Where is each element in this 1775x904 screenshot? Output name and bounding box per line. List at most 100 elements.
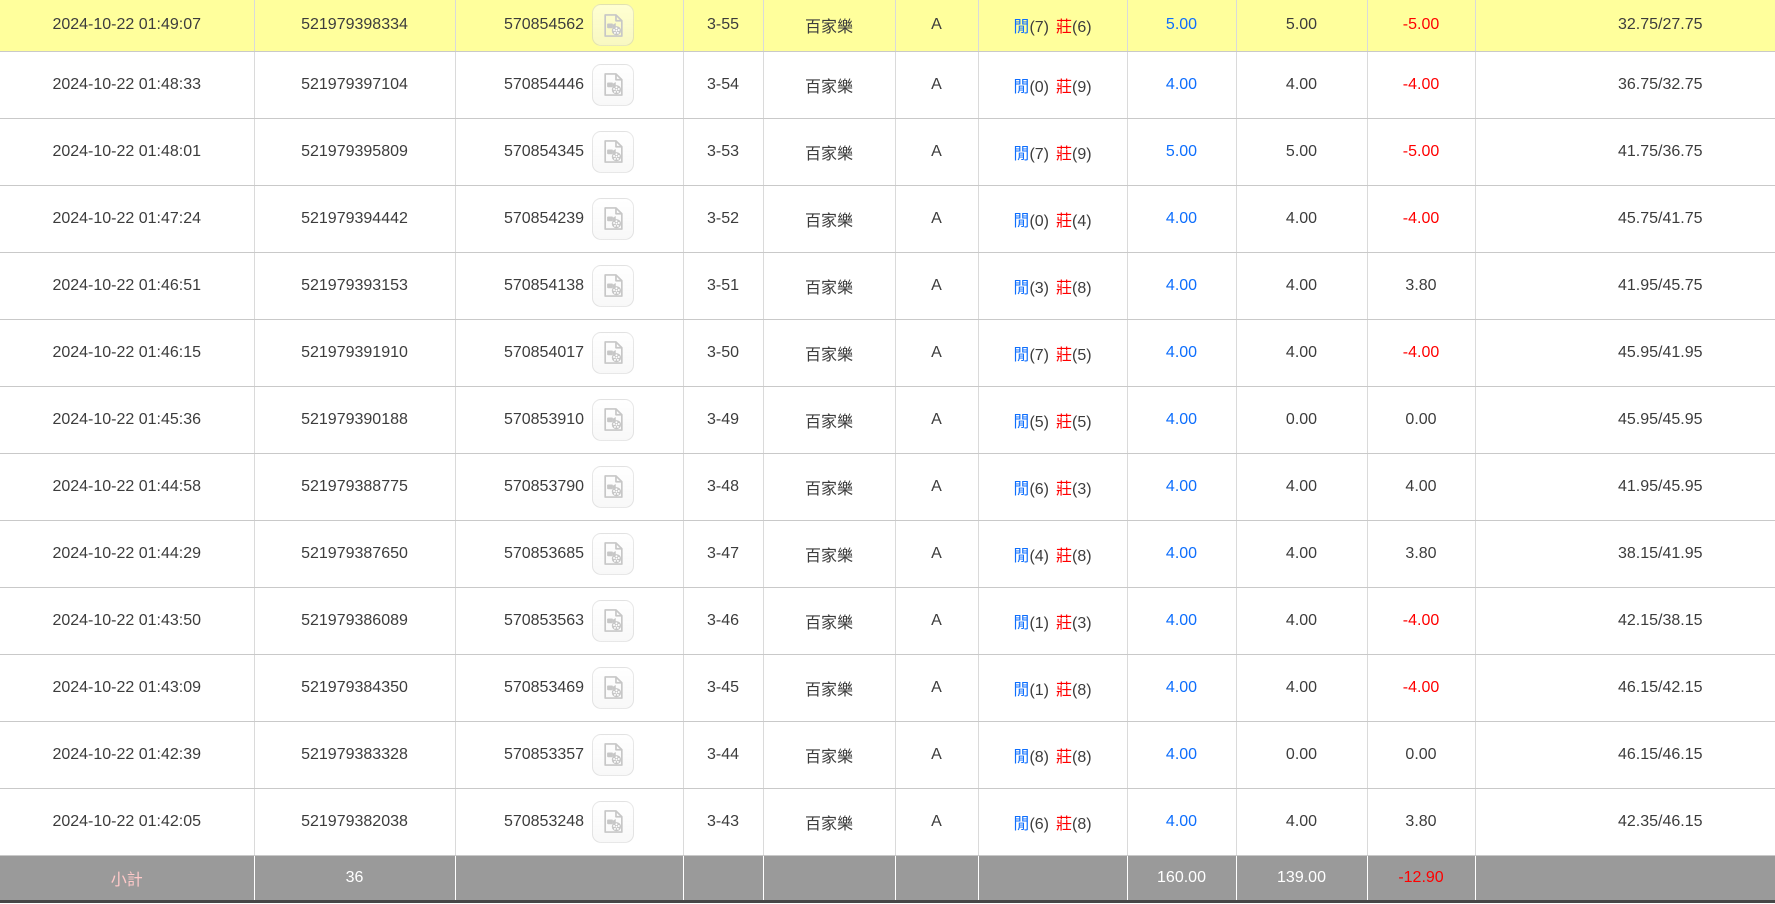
game-id-cell: 570853469 bbox=[455, 654, 684, 722]
bet-id: 521979384350 bbox=[301, 678, 408, 696]
player-label: 閒 bbox=[1013, 346, 1030, 364]
table-row[interactable]: 2024-10-22 01:46:15 521979391910 5708540… bbox=[0, 319, 1775, 387]
winloss-cell: -5.00 bbox=[1367, 118, 1476, 186]
balance-value: 45.95/41.95 bbox=[1617, 343, 1703, 361]
banker-label: 莊 bbox=[1056, 346, 1073, 364]
result-cell: 閒(0) 莊(4) bbox=[978, 185, 1128, 253]
game-id: 570853357 bbox=[503, 745, 585, 763]
player-label: 閒 bbox=[1013, 815, 1030, 833]
video-replay-button[interactable] bbox=[592, 197, 635, 240]
bet-history-page: 2024-10-22 01:49:07 521979398334 5708545… bbox=[0, 0, 1775, 904]
valid-amount: 0.00 bbox=[1285, 745, 1318, 763]
round-cell: 3-55 bbox=[683, 0, 764, 52]
bet-time: 2024-10-22 01:44:29 bbox=[52, 544, 202, 562]
balance-cell: 36.75/32.75 bbox=[1475, 51, 1775, 119]
bet-time: 2024-10-22 01:43:09 bbox=[52, 678, 202, 696]
game-type: 百家樂 bbox=[804, 279, 853, 297]
round-cell: 3-44 bbox=[683, 721, 764, 789]
bet-time: 2024-10-22 01:47:24 bbox=[52, 209, 202, 227]
balance-cell: 42.35/46.15 bbox=[1475, 788, 1775, 856]
video-replay-button[interactable] bbox=[592, 331, 635, 374]
round-cell: 3-51 bbox=[683, 252, 764, 320]
player-label: 閒 bbox=[1013, 748, 1030, 766]
video-replay-button[interactable] bbox=[592, 465, 635, 508]
valid-amount: 4.00 bbox=[1285, 477, 1318, 495]
table-row[interactable]: 2024-10-22 01:43:50 521979386089 5708535… bbox=[0, 587, 1775, 655]
bet-amount: 4.00 bbox=[1165, 343, 1198, 361]
winloss-cell: 3.80 bbox=[1367, 788, 1476, 856]
bet-time: 2024-10-22 01:49:07 bbox=[52, 16, 202, 34]
time-cell: 2024-10-22 01:46:51 bbox=[0, 252, 255, 320]
balance-value: 32.75/27.75 bbox=[1617, 16, 1703, 34]
player-label: 閒 bbox=[1013, 681, 1030, 699]
table-row[interactable]: 2024-10-22 01:43:09 521979384350 5708534… bbox=[0, 654, 1775, 722]
video-replay-icon bbox=[603, 810, 623, 833]
game-id: 570854017 bbox=[503, 343, 585, 361]
game-id-cell: 570854345 bbox=[455, 118, 684, 186]
video-replay-icon bbox=[603, 408, 623, 431]
balance-value: 46.15/42.15 bbox=[1617, 678, 1703, 696]
player-score: (8) bbox=[1029, 748, 1049, 766]
valid-amount: 4.00 bbox=[1285, 611, 1318, 629]
result-cell: 閒(1) 莊(3) bbox=[978, 587, 1128, 655]
player-score: (6) bbox=[1029, 480, 1049, 498]
subtotal-winloss-total: -12.90 bbox=[1398, 868, 1444, 886]
table-code-cell: A bbox=[895, 319, 979, 387]
balance-value: 41.75/36.75 bbox=[1617, 142, 1703, 160]
table-code-cell: A bbox=[895, 587, 979, 655]
subtotal-bet-total: 160.00 bbox=[1157, 868, 1206, 886]
game-id-cell: 570854239 bbox=[455, 185, 684, 253]
banker-label: 莊 bbox=[1056, 547, 1073, 565]
subtotal-valid-cell: 139.00 bbox=[1236, 855, 1368, 901]
table-code: A bbox=[931, 745, 942, 763]
video-replay-button[interactable] bbox=[592, 599, 635, 642]
player-score: (7) bbox=[1029, 145, 1049, 163]
table-row[interactable]: 2024-10-22 01:48:33 521979397104 5708544… bbox=[0, 51, 1775, 119]
video-replay-button[interactable] bbox=[592, 63, 635, 106]
subtotal-empty-cell bbox=[683, 855, 764, 901]
table-row[interactable]: 2024-10-22 01:48:01 521979395809 5708543… bbox=[0, 118, 1775, 186]
round-number: 3-44 bbox=[706, 745, 740, 763]
bet-amount-cell: 4.00 bbox=[1127, 788, 1237, 856]
time-cell: 2024-10-22 01:42:39 bbox=[0, 721, 255, 789]
game-type-cell: 百家樂 bbox=[763, 319, 896, 387]
table-code: A bbox=[931, 75, 942, 93]
game-id: 570853790 bbox=[503, 477, 585, 495]
valid-amount: 4.00 bbox=[1285, 209, 1318, 227]
video-replay-button[interactable] bbox=[592, 666, 635, 709]
table-row[interactable]: 2024-10-22 01:44:58 521979388775 5708537… bbox=[0, 453, 1775, 521]
game-id-cell: 570854017 bbox=[455, 319, 684, 387]
subtotal-winloss-cell: -12.90 bbox=[1367, 855, 1476, 901]
video-replay-button[interactable] bbox=[592, 800, 635, 843]
video-replay-button[interactable] bbox=[592, 130, 635, 173]
bet-amount: 4.00 bbox=[1165, 410, 1198, 428]
bet-amount: 5.00 bbox=[1165, 142, 1198, 160]
subtotal-bet-cell: 160.00 bbox=[1127, 855, 1237, 901]
game-type: 百家樂 bbox=[804, 681, 853, 699]
video-replay-button[interactable] bbox=[592, 264, 635, 307]
bet-id: 521979391910 bbox=[301, 343, 408, 361]
game-type: 百家樂 bbox=[804, 413, 853, 431]
player-label: 閒 bbox=[1013, 413, 1030, 431]
table-row[interactable]: 2024-10-22 01:49:07 521979398334 5708545… bbox=[0, 0, 1775, 52]
video-replay-button[interactable] bbox=[592, 4, 635, 47]
time-cell: 2024-10-22 01:43:50 bbox=[0, 587, 255, 655]
game-id-cell: 570853357 bbox=[455, 721, 684, 789]
winloss-value: -5.00 bbox=[1402, 142, 1440, 160]
table-row[interactable]: 2024-10-22 01:46:51 521979393153 5708541… bbox=[0, 252, 1775, 320]
banker-score: (3) bbox=[1072, 614, 1092, 632]
game-id: 570854446 bbox=[503, 75, 585, 93]
video-replay-button[interactable] bbox=[592, 532, 635, 575]
table-row[interactable]: 2024-10-22 01:42:05 521979382038 5708532… bbox=[0, 788, 1775, 856]
table-row[interactable]: 2024-10-22 01:45:36 521979390188 5708539… bbox=[0, 386, 1775, 454]
table-row[interactable]: 2024-10-22 01:47:24 521979394442 5708542… bbox=[0, 185, 1775, 253]
player-score: (0) bbox=[1029, 212, 1049, 230]
table-row[interactable]: 2024-10-22 01:44:29 521979387650 5708536… bbox=[0, 520, 1775, 588]
time-cell: 2024-10-22 01:46:15 bbox=[0, 319, 255, 387]
table-row[interactable]: 2024-10-22 01:42:39 521979383328 5708533… bbox=[0, 721, 1775, 789]
video-replay-button[interactable] bbox=[592, 733, 635, 776]
game-type: 百家樂 bbox=[804, 78, 853, 96]
video-replay-button[interactable] bbox=[592, 398, 635, 441]
game-type-cell: 百家樂 bbox=[763, 252, 896, 320]
round-cell: 3-48 bbox=[683, 453, 764, 521]
